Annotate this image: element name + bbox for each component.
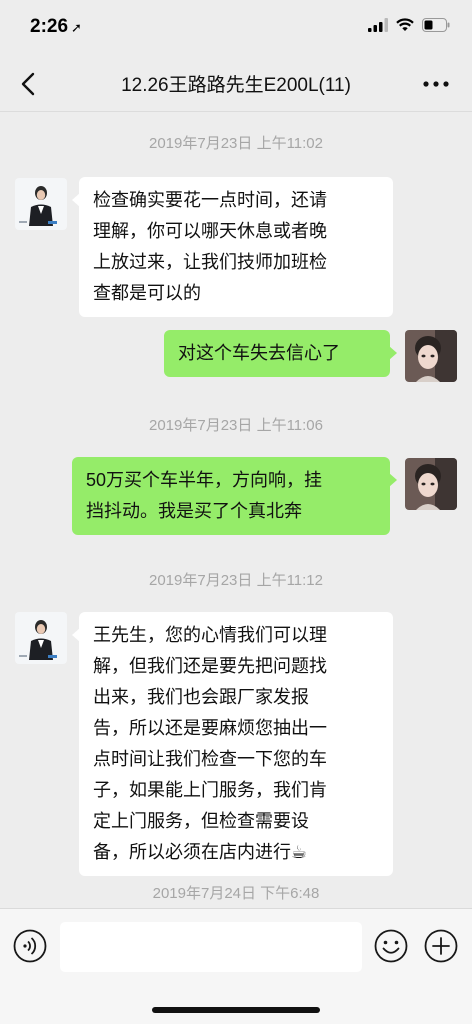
voice-icon[interactable] [13,929,47,963]
signal-icon [368,18,388,32]
plus-icon[interactable] [424,929,458,963]
message-bubble-me[interactable]: 对这个车失去信心了 [164,330,397,377]
more-dots-icon[interactable] [418,68,454,100]
home-indicator[interactable] [152,1007,320,1013]
battery-icon [422,18,450,32]
message-list[interactable]: 2019年7月23日 上午11:02 检查确实要花一点时间，还请 理解，你可以哪… [0,112,472,908]
advisor-avatar[interactable] [15,178,67,230]
my-avatar[interactable] [405,330,457,382]
my-avatar-image [405,330,457,382]
status-time-text: 2:26 [30,16,69,37]
message-bubble-advisor[interactable]: 王先生，您的心情我们可以理 解，但我们还是要先把问题找 出来，我们也会跟厂家发报… [72,612,393,876]
advisor-avatar[interactable] [15,612,67,664]
back-chevron-icon[interactable] [14,68,46,100]
status-icons [368,18,450,32]
message-bubble-me[interactable]: 50万买个车半年，方向响，挂 挡抖动。我是买了个真北奔 [72,457,397,535]
status-bar: 2:26 ➚ [0,0,472,56]
chat-title: 12.26王路路先生E200L(11) [121,75,351,96]
location-arrow-icon: ➚ [71,20,82,35]
my-avatar[interactable] [405,458,457,510]
message-bubble-advisor[interactable]: 检查确实要花一点时间，还请 理解，你可以哪天休息或者晚 上放过来，让我们技师加班… [72,177,393,317]
status-time: 2:26 ➚ [30,16,82,38]
advisor-avatar-image [15,612,67,664]
advisor-avatar-image [15,178,67,230]
wifi-icon [396,18,414,31]
my-avatar-image [405,458,457,510]
message-timestamp: 2019年7月23日 上午11:12 [149,572,323,589]
emoji-icon[interactable] [374,929,408,963]
message-input[interactable] [60,922,362,972]
message-timestamp: 2019年7月23日 上午11:02 [149,135,323,152]
message-timestamp: 2019年7月24日 下午6:48 [152,885,320,902]
message-timestamp: 2019年7月23日 上午11:06 [149,417,323,434]
chat-header: 12.26王路路先生E200L(11) [0,56,472,112]
